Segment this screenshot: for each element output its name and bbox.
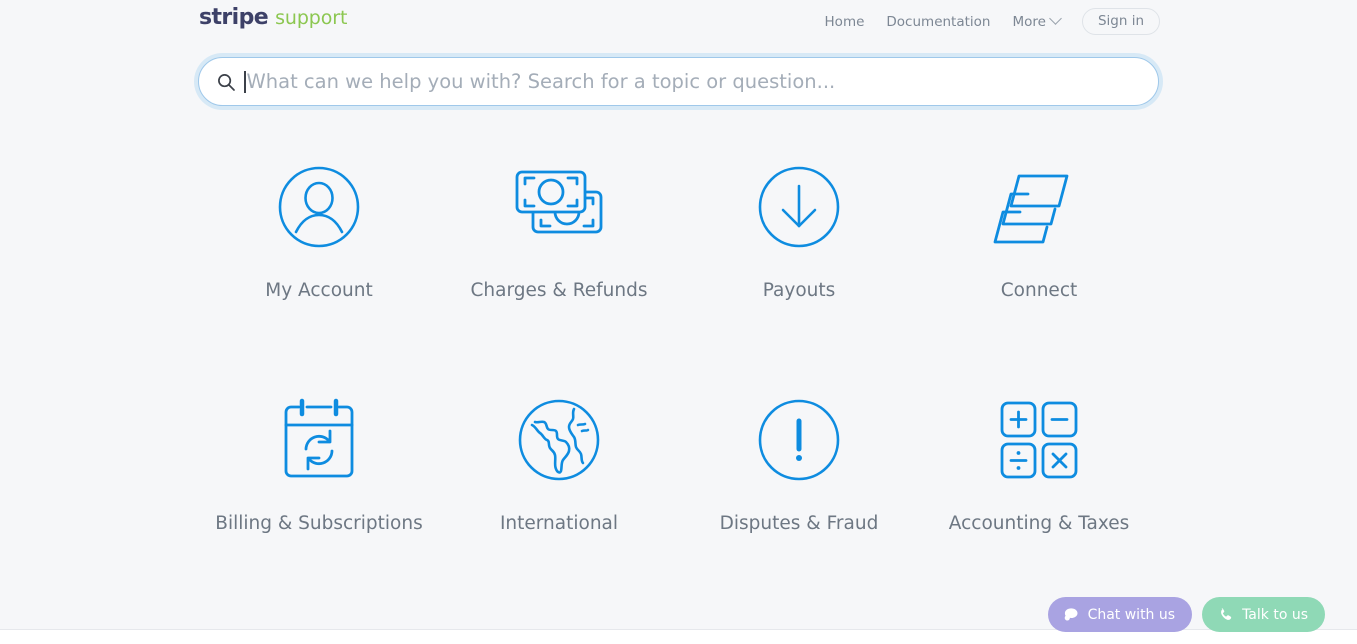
category-label: Billing & Subscriptions xyxy=(215,513,423,534)
category-connect[interactable]: Connect xyxy=(919,155,1159,302)
category-grid: My Account Charges & Refunds Payouts Con… xyxy=(199,155,1159,535)
search-bar[interactable]: What can we help you with? Search for a … xyxy=(198,57,1159,106)
sign-in-button[interactable]: Sign in xyxy=(1081,8,1160,35)
exclamation-circle-icon xyxy=(744,388,854,492)
chat-with-us-label: Chat with us xyxy=(1087,606,1176,623)
calendar-refresh-icon xyxy=(264,388,374,492)
banknotes-icon xyxy=(504,155,614,259)
phone-icon xyxy=(1221,607,1232,620)
nav-link-home[interactable]: Home xyxy=(825,11,865,33)
text-caret xyxy=(244,70,246,93)
brand-logo[interactable]: stripe support xyxy=(199,5,347,30)
category-label: Charges & Refunds xyxy=(470,280,648,301)
category-payouts[interactable]: Payouts xyxy=(679,155,919,302)
main-navigation: Home Documentation More Sign in xyxy=(825,8,1160,35)
talk-to-us-label: Talk to us xyxy=(1242,606,1308,623)
nav-link-documentation[interactable]: Documentation xyxy=(886,11,990,33)
speech-bubble-icon xyxy=(1064,607,1078,620)
support-widgets: Chat with us Talk to us xyxy=(1047,597,1325,632)
category-label: International xyxy=(499,513,619,534)
category-label: Accounting & Taxes xyxy=(948,513,1130,534)
category-charges-refunds[interactable]: Charges & Refunds xyxy=(439,155,679,302)
category-label: Disputes & Fraud xyxy=(719,513,879,534)
brand-name: stripe xyxy=(199,5,269,30)
arrow-down-circle-icon xyxy=(744,155,854,259)
calculator-operators-icon xyxy=(984,388,1094,492)
search-placeholder: What can we help you with? Search for a … xyxy=(246,69,836,93)
brand-product: support xyxy=(275,7,348,29)
chat-with-us-button[interactable]: Chat with us xyxy=(1047,597,1193,632)
nav-link-more[interactable]: More xyxy=(1012,11,1062,33)
search-icon xyxy=(218,73,235,91)
globe-icon xyxy=(504,388,614,492)
category-label: Payouts xyxy=(762,280,836,301)
talk-to-us-button[interactable]: Talk to us xyxy=(1202,597,1325,632)
category-accounting-taxes[interactable]: Accounting & Taxes xyxy=(919,388,1159,535)
search-input[interactable]: What can we help you with? Search for a … xyxy=(244,67,1138,97)
category-international[interactable]: International xyxy=(439,388,679,535)
site-header: stripe support Home Documentation More S… xyxy=(0,0,1357,38)
category-label: Connect xyxy=(1000,280,1078,301)
category-disputes-fraud[interactable]: Disputes & Fraud xyxy=(679,388,919,535)
category-label: My Account xyxy=(265,280,373,301)
user-circle-icon xyxy=(264,155,374,259)
nav-link-more-label: More xyxy=(1012,13,1046,30)
layers-icon xyxy=(984,155,1094,259)
support-home-page: stripe support Home Documentation More S… xyxy=(0,0,1357,644)
category-my-account[interactable]: My Account xyxy=(199,155,439,302)
footer xyxy=(0,630,1357,644)
chevron-down-icon xyxy=(1049,12,1062,25)
category-billing-subscriptions[interactable]: Billing & Subscriptions xyxy=(199,388,439,535)
